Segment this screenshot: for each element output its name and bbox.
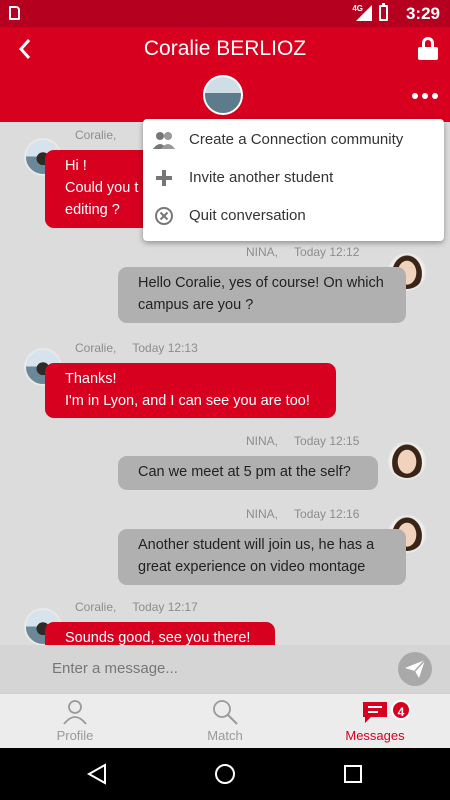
- sd-card-icon: [9, 6, 20, 20]
- send-icon: [405, 660, 425, 678]
- battery-icon: [379, 3, 388, 21]
- menu-item-create-community[interactable]: Create a Connection community: [143, 121, 444, 159]
- more-options-button[interactable]: [412, 93, 438, 101]
- message-meta: Coralie, Today 12:13: [75, 341, 198, 355]
- participant-avatar[interactable]: [203, 75, 243, 115]
- unread-badge: 4: [391, 700, 411, 720]
- avatar-nina[interactable]: [388, 442, 426, 480]
- message-meta: NINA, Today 12:15: [246, 434, 360, 448]
- nav-recents-icon[interactable]: [342, 763, 364, 785]
- message-bubble[interactable]: Thanks! I'm in Lyon, and I can see you a…: [45, 363, 336, 418]
- message-composer: [0, 645, 450, 693]
- nav-back-icon[interactable]: [86, 763, 108, 785]
- message-input[interactable]: [52, 654, 372, 682]
- search-icon: [213, 700, 238, 725]
- close-circle-icon: [153, 206, 175, 226]
- group-icon: [153, 130, 175, 150]
- message-meta: NINA, Today 12:12: [246, 245, 360, 259]
- dot-icon: [412, 93, 418, 99]
- person-icon: [63, 700, 87, 725]
- status-bar: 4G 3:29: [0, 0, 450, 27]
- send-button[interactable]: [398, 652, 432, 686]
- tab-bar: Profile Match Messages: [0, 693, 450, 748]
- system-nav-bar: [0, 748, 450, 800]
- chat-icon: [363, 702, 387, 723]
- options-menu: Create a Connection community Invite ano…: [143, 119, 444, 241]
- nav-home-icon[interactable]: [214, 763, 236, 785]
- tab-match[interactable]: Match: [150, 694, 300, 749]
- message-meta: Coralie,: [75, 128, 117, 142]
- signal-icon: [356, 5, 372, 21]
- tab-profile[interactable]: Profile: [0, 694, 150, 749]
- plus-icon: [153, 168, 175, 188]
- message-meta: NINA, Today 12:16: [246, 507, 360, 521]
- lock-button[interactable]: [418, 37, 440, 61]
- message-meta: Coralie, Today 12:17: [75, 600, 198, 614]
- menu-item-quit-conversation[interactable]: Quit conversation: [143, 197, 444, 235]
- chat-header: Coralie BERLIOZ: [0, 27, 450, 122]
- menu-item-invite-student[interactable]: Invite another student: [143, 159, 444, 197]
- status-time: 3:29: [405, 4, 440, 23]
- conversation-title: Coralie BERLIOZ: [143, 37, 307, 60]
- message-bubble[interactable]: Can we meet at 5 pm at the self?: [118, 456, 378, 490]
- message-bubble[interactable]: Another student will join us, he has a g…: [118, 529, 406, 585]
- message-bubble[interactable]: Hello Coralie, yes of course! On which c…: [118, 267, 406, 323]
- tab-messages[interactable]: Messages: [300, 694, 450, 749]
